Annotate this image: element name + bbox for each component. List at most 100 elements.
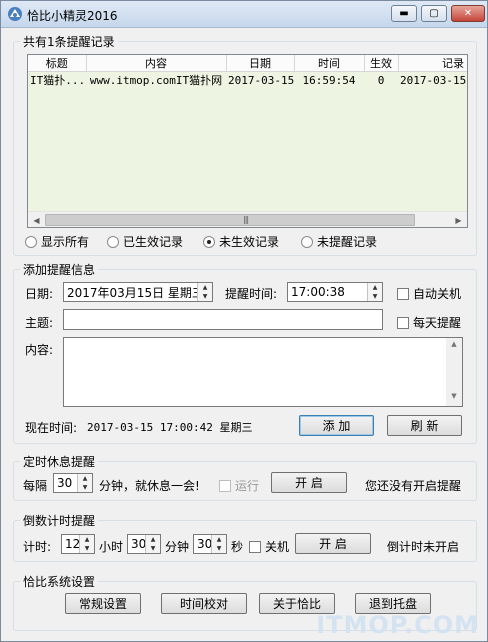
up-arrow-icon[interactable]: ▲ — [368, 283, 382, 292]
countdown-shutdown-label: 关机 — [265, 540, 290, 554]
radio-icon — [107, 235, 119, 248]
content-textarea[interactable]: ▲ ▼ — [63, 337, 463, 407]
time-spinner[interactable]: ▲ ▼ — [367, 283, 382, 301]
now-time-label: 现在时间: — [25, 421, 78, 435]
up-arrow-icon[interactable]: ▲ — [198, 283, 212, 292]
up-arrow-icon[interactable]: ▲ — [80, 535, 94, 544]
up-arrow-icon[interactable]: ▲ — [78, 474, 92, 483]
hours-value: 12 — [65, 537, 81, 551]
subject-label: 主题: — [25, 316, 54, 330]
records-table: 标题 内容 日期 时间 生效 记录 IT猫扑... www.itmop.comI… — [28, 55, 467, 89]
timer-label: 计时: — [23, 540, 52, 554]
general-settings-button[interactable]: 常规设置 — [65, 593, 141, 614]
up-arrow-icon[interactable]: ▲ — [212, 535, 226, 544]
rest-legend: 定时休息提醒 — [23, 455, 96, 469]
refresh-button[interactable]: 刷 新 — [387, 415, 462, 436]
down-arrow-icon[interactable]: ▼ — [78, 483, 92, 492]
close-icon: ✕ — [463, 8, 473, 19]
checkbox-icon — [219, 479, 231, 492]
remind-time-value: 17:00:38 — [291, 285, 345, 299]
rest-minutes-spinner[interactable]: 30 ▲ ▼ — [53, 473, 93, 493]
scroll-up-icon[interactable]: ▲ — [446, 340, 462, 354]
scroll-thumb[interactable]: ||| — [45, 214, 415, 226]
minutes-spinner[interactable]: 30 ▲ ▼ — [127, 534, 161, 554]
grip-icon: ||| — [243, 215, 249, 224]
down-arrow-icon[interactable]: ▼ — [198, 292, 212, 301]
hours-unit: 小时 — [99, 540, 124, 554]
filter-active-radio[interactable]: 已生效记录 — [107, 233, 183, 250]
table-row[interactable]: IT猫扑... www.itmop.comIT猫扑网 2017-03-15 16… — [28, 72, 467, 89]
countdown-status: 倒计时未开启 — [387, 540, 460, 554]
checkbox-icon — [397, 316, 409, 329]
cell-time: 16:59:54 — [302, 73, 356, 87]
minutes-unit: 分钟 — [165, 540, 190, 554]
seconds-spinner[interactable]: 30 ▲ ▼ — [193, 534, 227, 554]
scroll-left-icon[interactable]: ◀ — [28, 212, 45, 227]
remind-time-picker[interactable]: 17:00:38 ▲ ▼ — [287, 282, 383, 302]
minutes-updown[interactable]: ▲ ▼ — [77, 474, 92, 492]
countdown-legend: 倒数计时提醒 — [23, 514, 96, 528]
content-label: 内容: — [25, 343, 54, 357]
run-checkbox[interactable]: 运行 — [219, 477, 259, 494]
filter-inactive-label: 未生效记录 — [219, 235, 280, 249]
col-header-active[interactable]: 生效 — [364, 55, 399, 72]
filter-unreminded-label: 未提醒记录 — [317, 235, 378, 249]
cell-title: IT猫扑... — [30, 74, 86, 88]
daily-reminder-label: 每天提醒 — [413, 316, 462, 330]
radio-icon — [25, 235, 37, 248]
countdown-shutdown-checkbox[interactable]: 关机 — [249, 538, 289, 555]
cell-active: 0 — [377, 73, 385, 87]
now-time-value: 2017-03-15 17:00:42 星期三 — [87, 421, 253, 434]
daily-reminder-checkbox[interactable]: 每天提醒 — [397, 314, 461, 331]
up-arrow-icon[interactable]: ▲ — [146, 535, 160, 544]
add-button[interactable]: 添 加 — [299, 415, 374, 436]
hours-updown[interactable]: ▲ ▼ — [79, 535, 94, 553]
col-header-date[interactable]: 日期 — [226, 55, 295, 72]
down-arrow-icon[interactable]: ▼ — [80, 544, 94, 553]
radio-selected-icon — [203, 235, 215, 248]
filter-all-label: 显示所有 — [41, 235, 90, 249]
scroll-down-icon[interactable]: ▼ — [446, 392, 462, 406]
down-arrow-icon[interactable]: ▼ — [368, 292, 382, 301]
filter-unreminded-radio[interactable]: 未提醒记录 — [301, 233, 377, 250]
down-arrow-icon[interactable]: ▼ — [212, 544, 226, 553]
title-bar[interactable]: 恰比小精灵2016 ▬ ▢ ✕ — [1, 1, 487, 28]
maximize-button[interactable]: ▢ — [421, 5, 447, 22]
col-header-record[interactable]: 记录 — [398, 55, 467, 72]
rest-start-button[interactable]: 开 启 — [271, 472, 347, 493]
col-header-time[interactable]: 时间 — [294, 55, 365, 72]
watermark-logo: ITMOP.COM — [316, 611, 479, 639]
date-label: 日期: — [25, 287, 54, 301]
col-header-title[interactable]: 标题 — [28, 55, 87, 72]
content-scrollbar[interactable]: ▲ ▼ — [446, 338, 462, 406]
horizontal-scrollbar[interactable]: ◀ ||| ▶ — [28, 211, 467, 227]
cell-content: www.itmop.comIT猫扑网 — [89, 74, 223, 88]
date-picker[interactable]: 2017年03月15日 星期三 ▲ ▼ — [63, 282, 213, 302]
remind-time-label: 提醒时间: — [225, 287, 278, 301]
close-button[interactable]: ✕ — [451, 5, 485, 22]
minimize-button[interactable]: ▬ — [391, 5, 417, 22]
app-logo-icon — [8, 7, 22, 21]
seconds-unit: 秒 — [231, 540, 244, 554]
date-spinner[interactable]: ▲ ▼ — [197, 283, 212, 301]
checkbox-icon — [397, 287, 409, 300]
down-arrow-icon[interactable]: ▼ — [146, 544, 160, 553]
secs-updown[interactable]: ▲ ▼ — [211, 535, 226, 553]
minutes-value: 30 — [131, 537, 147, 551]
subject-input[interactable] — [63, 309, 383, 330]
filter-inactive-radio[interactable]: 未生效记录 — [203, 233, 279, 250]
seconds-value: 30 — [197, 537, 213, 551]
hours-spinner[interactable]: 12 ▲ ▼ — [61, 534, 95, 554]
mins-updown[interactable]: ▲ ▼ — [145, 535, 160, 553]
records-legend: 共有1条提醒记录 — [23, 35, 115, 49]
filter-all-radio[interactable]: 显示所有 — [25, 233, 89, 250]
time-sync-button[interactable]: 时间校对 — [161, 593, 247, 614]
auto-shutdown-checkbox[interactable]: 自动关机 — [397, 285, 461, 302]
countdown-start-button[interactable]: 开 启 — [295, 533, 371, 554]
maximize-icon: ▢ — [429, 8, 439, 19]
radio-icon — [301, 235, 313, 248]
records-list[interactable]: 标题 内容 日期 时间 生效 记录 IT猫扑... www.itmop.comI… — [27, 54, 468, 228]
scroll-right-icon[interactable]: ▶ — [450, 212, 467, 227]
col-header-content[interactable]: 内容 — [86, 55, 227, 72]
checkbox-icon — [249, 540, 261, 553]
